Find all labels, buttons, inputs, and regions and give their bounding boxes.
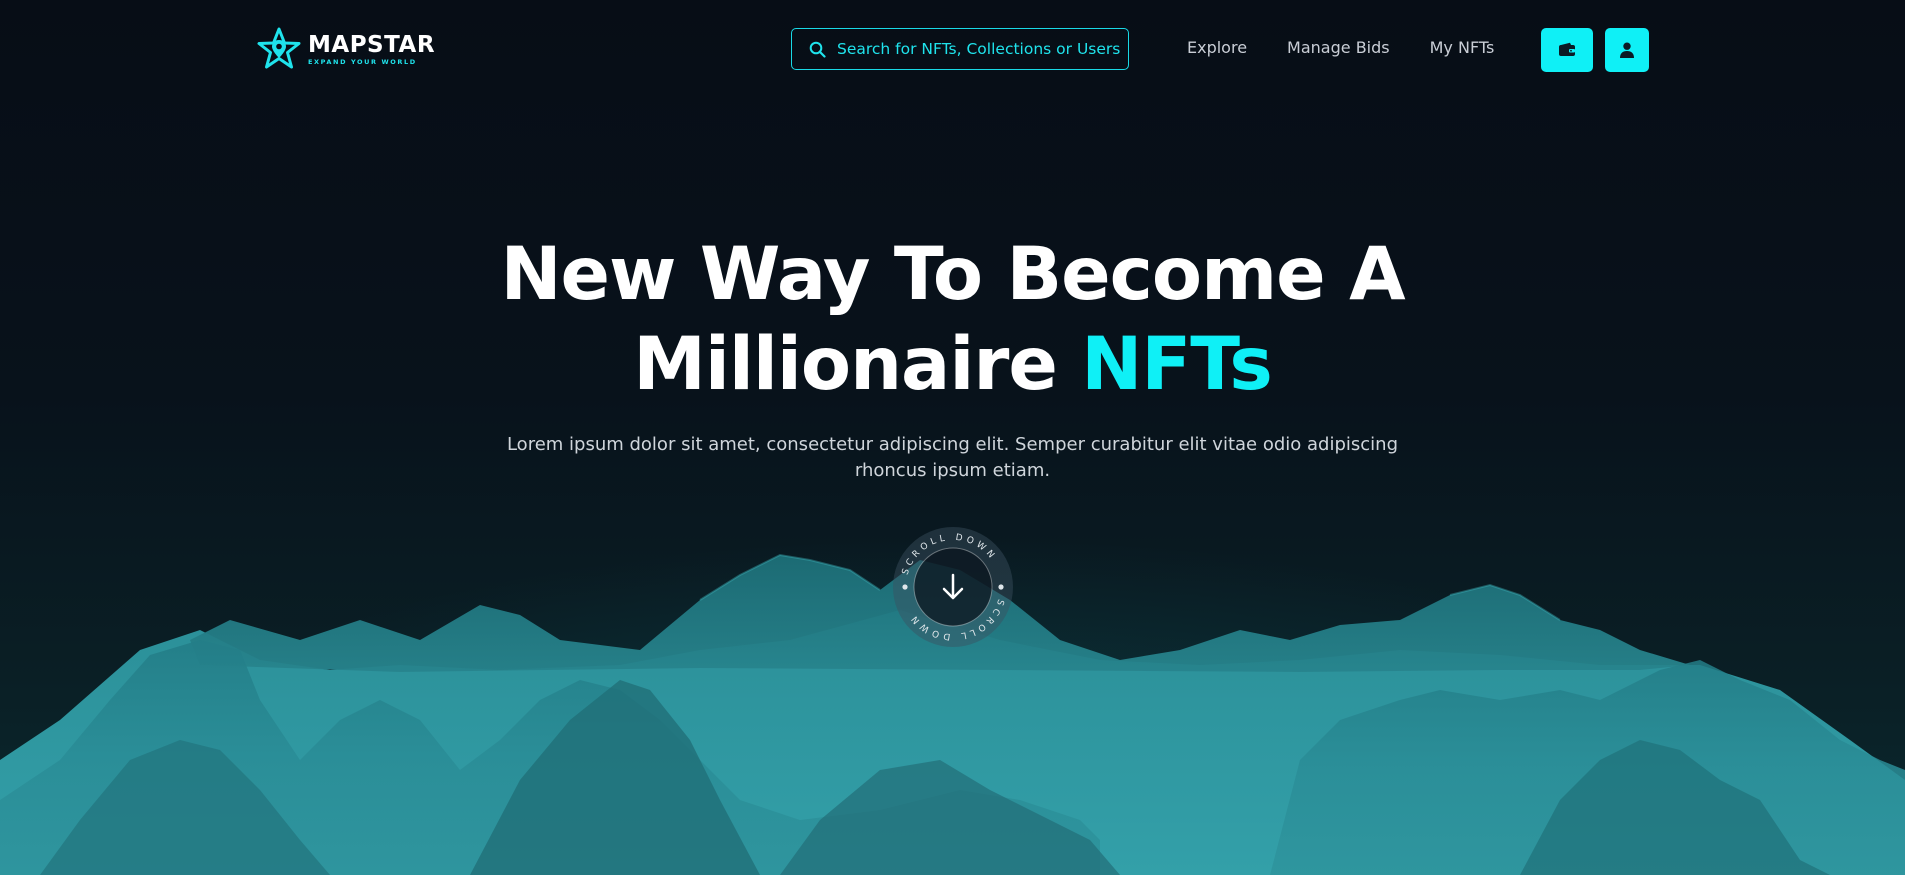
- wallet-icon: [1559, 42, 1575, 56]
- search-icon: [809, 41, 826, 58]
- brand-tagline: EXPAND YOUR WORLD: [308, 58, 417, 67]
- brand-name: MAPSTAR: [308, 32, 436, 59]
- search-input[interactable]: [837, 40, 1127, 58]
- hero-title-line1: New Way To Become A: [500, 232, 1405, 317]
- search-bar[interactable]: [791, 28, 1129, 70]
- user-icon: [1620, 42, 1634, 58]
- brand-logo[interactable]: MAPSTAR EXPAND YOUR WORLD: [256, 26, 435, 74]
- user-button[interactable]: [1605, 28, 1649, 72]
- nav-my-nfts[interactable]: My NFTs: [1430, 38, 1495, 57]
- main-nav: Explore Manage Bids My NFTs: [1187, 38, 1494, 57]
- star-pin-icon: [257, 27, 301, 69]
- nav-explore[interactable]: Explore: [1187, 38, 1247, 57]
- hero-title-accent: NFTs: [1081, 322, 1273, 407]
- wallet-button[interactable]: [1541, 28, 1593, 72]
- scroll-down-button[interactable]: SCROLL DOWN SCROLL DOWN: [891, 525, 1015, 649]
- hero-subtitle: Lorem ipsum dolor sit amet, consectetur …: [506, 434, 1399, 481]
- logo-text: MAPSTAR EXPAND YOUR WORLD: [308, 34, 435, 66]
- nav-manage-bids[interactable]: Manage Bids: [1287, 38, 1390, 57]
- hero-title-line2: Millionaire: [633, 322, 1082, 407]
- landing-page: MAPSTAR EXPAND YOUR WORLD Explore Manage…: [0, 0, 1905, 875]
- hero-title: New Way To Become A Millionaire NFTs: [0, 230, 1905, 410]
